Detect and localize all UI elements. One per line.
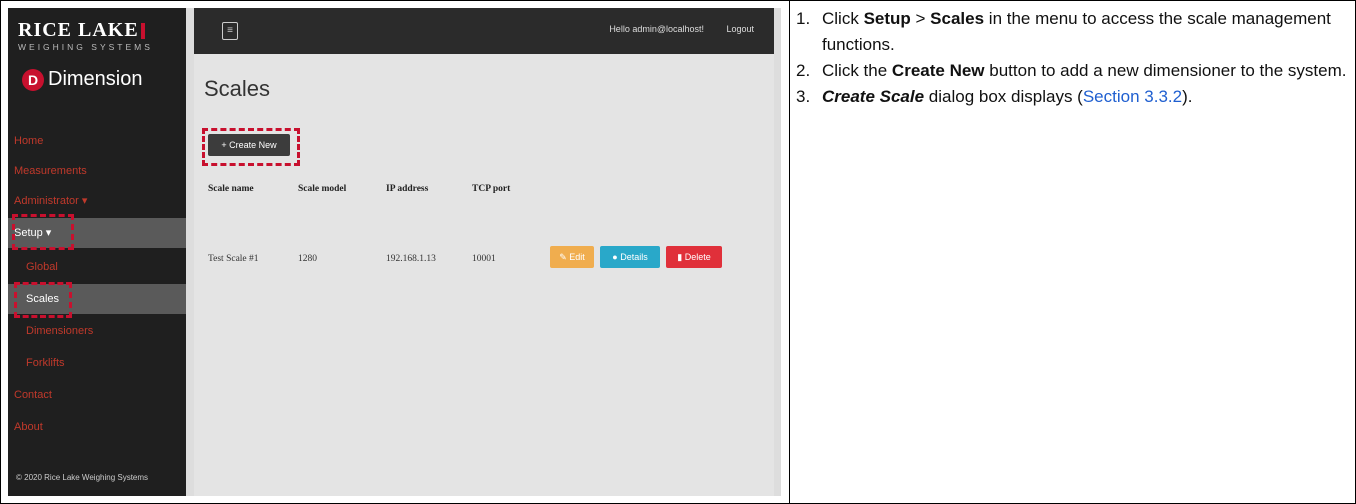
logout-link[interactable]: Logout bbox=[726, 24, 754, 34]
logo-company-sub: WEIGHING SYSTEMS bbox=[18, 42, 153, 52]
step-1-pre: Click bbox=[822, 9, 864, 28]
section-link[interactable]: Section 3.3.2 bbox=[1083, 87, 1182, 106]
step-2-number: 2. bbox=[796, 61, 811, 80]
step-1-number: 1. bbox=[796, 9, 811, 28]
step-1-mid: > bbox=[910, 9, 931, 28]
instruction-steps: 1. Click Setup > Scales in the menu to a… bbox=[796, 6, 1352, 110]
column-header-scale-model: Scale model bbox=[298, 184, 347, 194]
column-header-tcp-port: TCP port bbox=[472, 184, 511, 194]
highlight-scales bbox=[14, 282, 72, 318]
step-3-post: ). bbox=[1182, 87, 1193, 106]
delete-button[interactable]: ▮ Delete bbox=[666, 246, 722, 268]
dimension-icon: D bbox=[22, 68, 44, 91]
sidebar: RICE LAKE WEIGHING SYSTEMS D Dimension H… bbox=[8, 8, 186, 496]
edit-button[interactable]: ✎ Edit bbox=[550, 246, 594, 268]
sidebar-item-measurements[interactable]: Measurements bbox=[8, 156, 186, 186]
user-greeting[interactable]: Hello admin@localhost! bbox=[609, 24, 704, 34]
page-title: Scales bbox=[204, 76, 271, 101]
step-1: 1. Click Setup > Scales in the menu to a… bbox=[796, 6, 1352, 58]
column-header-ip-address: IP address bbox=[386, 184, 429, 194]
dimension-product-name: Dimension bbox=[48, 68, 143, 90]
sidebar-item-contact[interactable]: Contact bbox=[8, 380, 186, 410]
top-navbar: ≡ Hello admin@localhost! Logout bbox=[194, 8, 774, 54]
sidebar-item-administrator[interactable]: Administrator ▾ bbox=[8, 186, 186, 216]
logo-company-top: RICE LAKE bbox=[18, 19, 139, 41]
menu-toggle-icon[interactable]: ≡ bbox=[222, 22, 238, 40]
step-3-create-scale: Create Scale bbox=[822, 87, 925, 106]
cell-scale-name: Test Scale #1 bbox=[208, 254, 259, 264]
step-2-create-new: Create New bbox=[891, 61, 985, 80]
rice-lake-logo: RICE LAKE WEIGHING SYSTEMS bbox=[18, 20, 178, 54]
step-3-mid: dialog box displays ( bbox=[924, 87, 1083, 106]
step-2-post: button to add a new dimensioner to the s… bbox=[984, 61, 1347, 80]
step-3: 3. Create Scale dialog box displays (Sec… bbox=[796, 84, 1352, 110]
step-1-scales: Scales bbox=[930, 9, 985, 28]
highlight-create-new bbox=[202, 128, 300, 166]
highlight-setup bbox=[12, 214, 74, 250]
dimension-logo: D Dimension bbox=[22, 68, 142, 91]
details-button[interactable]: ● Details bbox=[600, 246, 660, 268]
main-content: Scales + Create New Scale name Scale mod… bbox=[194, 54, 774, 496]
copyright-text: © 2020 Rice Lake Weighing Systems bbox=[16, 473, 149, 482]
sidebar-item-about[interactable]: About bbox=[8, 412, 186, 442]
logo-red-mark bbox=[140, 23, 145, 40]
cell-tcp-port: 10001 bbox=[472, 254, 496, 264]
column-header-scale-name: Scale name bbox=[208, 184, 254, 194]
sidebar-item-dimensioners[interactable]: Dimensioners bbox=[8, 316, 186, 346]
sidebar-item-global[interactable]: Global bbox=[8, 252, 186, 282]
sidebar-item-forklifts[interactable]: Forklifts bbox=[8, 348, 186, 378]
step-2-pre: Click the bbox=[822, 61, 892, 80]
cell-scale-model: 1280 bbox=[298, 254, 317, 264]
cell-ip-address: 192.168.1.13 bbox=[386, 254, 436, 264]
step-2: 2. Click the Create New button to add a … bbox=[796, 58, 1352, 84]
sidebar-item-home[interactable]: Home bbox=[8, 126, 186, 156]
app-screenshot: RICE LAKE WEIGHING SYSTEMS D Dimension H… bbox=[8, 8, 781, 496]
column-divider bbox=[789, 0, 790, 504]
step-1-setup: Setup bbox=[863, 9, 911, 28]
step-3-number: 3. bbox=[796, 87, 811, 106]
